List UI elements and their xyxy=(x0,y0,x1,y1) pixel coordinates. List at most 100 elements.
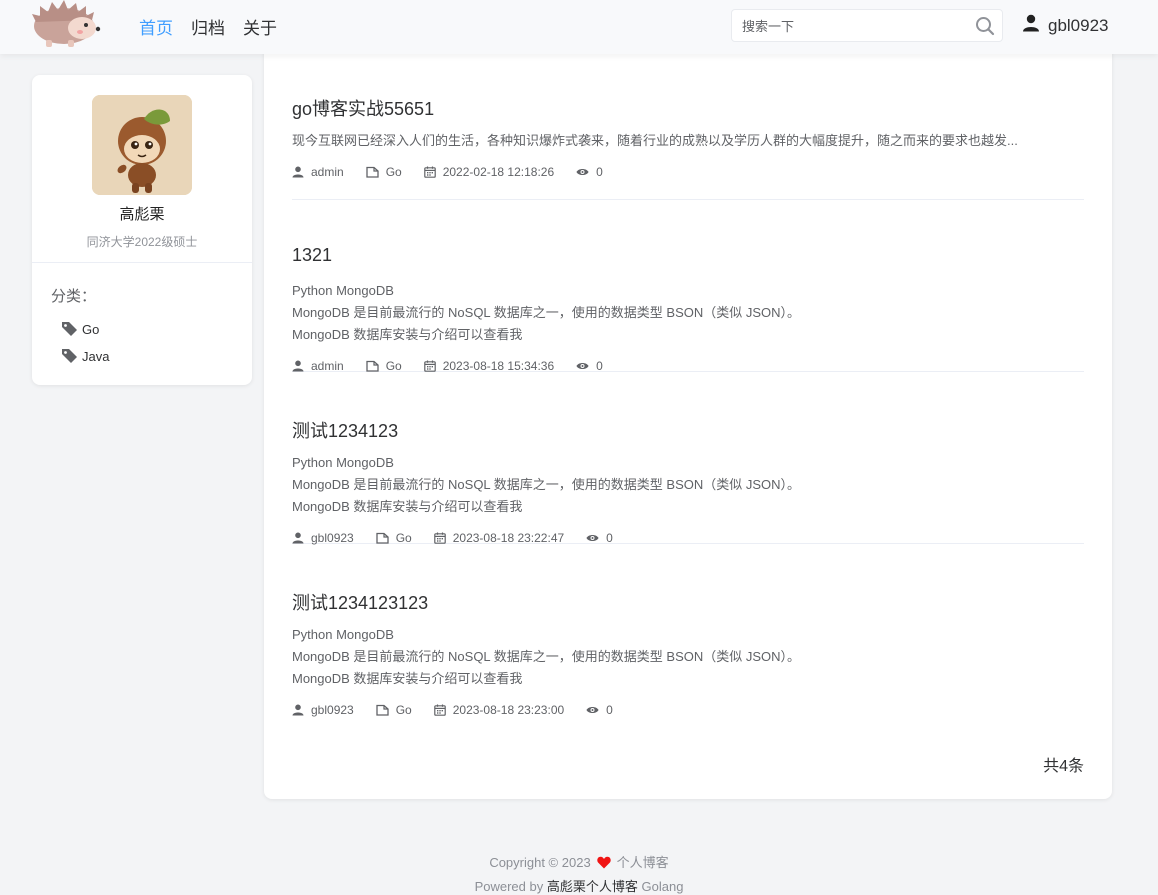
article-meta: admin Go 2023-08-18 15:34:36 0 xyxy=(292,359,625,373)
article-summary-line: MongoDB 数据库安装与介绍可以查看我 xyxy=(292,671,523,686)
article-views-group: 0 xyxy=(576,359,603,373)
article-author-group: admin xyxy=(292,359,344,373)
powered-prefix: Powered by xyxy=(474,879,544,894)
article-summary-line: Python MongoDB xyxy=(292,455,394,470)
article-date: 2023-08-18 23:23:00 xyxy=(452,703,565,717)
user-icon xyxy=(292,166,304,178)
article-list: go博客实战55651 现今互联网已经深入人们的生活，各种知识爆炸式袭来，随着行业… xyxy=(264,50,1112,799)
footer: Copyright © 2023 个人博客 Powered by 高彪栗个人博客 … xyxy=(0,852,1158,895)
tag-icon xyxy=(61,348,78,366)
user-icon xyxy=(292,704,304,716)
article-date-group: 2023-08-18 23:22:47 xyxy=(433,531,565,545)
article-category-group[interactable]: Go xyxy=(366,359,402,373)
article-summary-line: MongoDB 是目前最流行的 NoSQL 数据库之一，使用的数据类型 BSON… xyxy=(292,305,801,320)
article-category: Go xyxy=(385,359,402,373)
profile-description: 同济大学2022级硕士 xyxy=(86,235,198,249)
article-views-group: 0 xyxy=(586,531,613,545)
article-category: Go xyxy=(395,531,412,545)
article-summary-line: Python MongoDB xyxy=(292,283,394,298)
eye-icon xyxy=(576,167,589,177)
article-author: gbl0923 xyxy=(311,703,354,717)
nav-about[interactable]: 关于 xyxy=(243,14,277,39)
heart-icon xyxy=(596,854,611,876)
calendar-icon xyxy=(423,166,436,178)
nav-archive[interactable]: 归档 xyxy=(191,14,225,39)
top-header: 首页 归档 关于 gbl0923 xyxy=(0,0,1158,54)
calendar-icon xyxy=(423,360,436,372)
site-name: 个人博客 xyxy=(616,855,669,870)
search-icon[interactable] xyxy=(975,16,995,36)
article-date: 2023-08-18 15:34:36 xyxy=(442,359,555,373)
search-box xyxy=(731,9,1003,42)
category-list: Go Java xyxy=(61,316,109,370)
article-category: Go xyxy=(385,165,402,179)
category-go[interactable]: Go xyxy=(61,316,109,343)
article-date-group: 2023-08-18 23:23:00 xyxy=(433,703,565,717)
article-summary-line: MongoDB 是目前最流行的 NoSQL 数据库之一，使用的数据类型 BSON… xyxy=(292,649,801,664)
footer-powered-line: Powered by 高彪栗个人博客 Golang xyxy=(0,876,1158,895)
article-author: gbl0923 xyxy=(311,531,354,545)
article-title[interactable]: 1321 xyxy=(292,245,332,266)
folder-icon xyxy=(376,532,389,544)
article-views: 0 xyxy=(606,703,613,717)
eye-icon xyxy=(586,705,599,715)
powered-suffix: Golang xyxy=(641,879,684,894)
article-title[interactable]: 测试1234123 xyxy=(292,417,398,443)
profile-name: 高彪栗 xyxy=(119,206,165,223)
pagination-total: 共4条 xyxy=(1043,758,1084,775)
article-summary-line: MongoDB 是目前最流行的 NoSQL 数据库之一，使用的数据类型 BSON… xyxy=(292,477,801,492)
article-title[interactable]: 测试1234123123 xyxy=(292,589,428,615)
article-date: 2023-08-18 23:22:47 xyxy=(452,531,565,545)
user-icon xyxy=(292,360,304,372)
user-icon xyxy=(292,532,304,544)
user-menu[interactable]: gbl0923 xyxy=(1022,14,1109,37)
calendar-icon xyxy=(433,532,446,544)
article-author-group: gbl0923 xyxy=(292,531,354,545)
eye-icon xyxy=(586,533,599,543)
article-item: 测试1234123 Python MongoDB MongoDB 是目前最流行的 N… xyxy=(292,372,1084,545)
article-item: 1321 Python MongoDB MongoDB 是目前最流行的 NoSQL … xyxy=(292,200,1084,373)
article-views: 0 xyxy=(596,359,603,373)
article-meta: admin Go 2022-02-18 12:18:26 0 xyxy=(292,165,625,179)
nav-home[interactable]: 首页 xyxy=(139,14,173,39)
article-meta: gbl0923 Go 2023-08-18 23:23:00 0 xyxy=(292,703,635,717)
folder-icon xyxy=(376,704,389,716)
article-views-group: 0 xyxy=(576,165,603,179)
search-input[interactable] xyxy=(742,17,962,35)
folder-icon xyxy=(366,360,379,372)
article-views: 0 xyxy=(606,531,613,545)
article-category-group[interactable]: Go xyxy=(376,531,412,545)
hedgehog-logo[interactable] xyxy=(28,0,104,50)
footer-copyright-line: Copyright © 2023 个人博客 xyxy=(0,852,1158,876)
eye-icon xyxy=(576,361,589,371)
article-date-group: 2022-02-18 12:18:26 xyxy=(423,165,554,179)
article-views: 0 xyxy=(596,165,603,179)
article-author-group: admin xyxy=(292,165,344,179)
tag-icon xyxy=(61,321,78,339)
article-views-group: 0 xyxy=(586,703,613,717)
article-summary-line: MongoDB 数据库安装与介绍可以查看我 xyxy=(292,499,523,514)
article-summary-line: Python MongoDB xyxy=(292,627,394,642)
category-label: Go xyxy=(82,322,100,337)
article-author: admin xyxy=(311,359,344,373)
article-title[interactable]: go博客实战55651 xyxy=(292,95,434,121)
calendar-icon xyxy=(433,704,446,716)
article-category: Go xyxy=(395,703,412,717)
article-category-group[interactable]: Go xyxy=(376,703,412,717)
article-summary-line: 现今互联网已经深入人们的生活，各种知识爆炸式袭来，随着行业的成熟以及学历人群的大… xyxy=(292,133,1018,148)
user-icon xyxy=(1022,14,1040,37)
username: gbl0923 xyxy=(1048,15,1109,35)
article-item: go博客实战55651 现今互联网已经深入人们的生活，各种知识爆炸式袭来，随着行业… xyxy=(292,50,1084,200)
powered-blog-link[interactable]: 高彪栗个人博客 xyxy=(547,879,638,894)
article-category-group[interactable]: Go xyxy=(366,165,402,179)
avatar xyxy=(92,95,192,195)
profile-card: 高彪栗 同济大学2022级硕士 分类： Go Java xyxy=(32,75,252,385)
article-summary-line: MongoDB 数据库安装与介绍可以查看我 xyxy=(292,327,523,342)
category-label: Java xyxy=(82,349,110,364)
profile-divider xyxy=(32,262,252,263)
copyright-text: Copyright © 2023 xyxy=(489,855,591,870)
category-java[interactable]: Java xyxy=(61,343,109,370)
categories-title: 分类： xyxy=(51,288,97,305)
article-item: 测试1234123123 Python MongoDB MongoDB 是目前最流行… xyxy=(292,544,1084,717)
main-nav: 首页 归档 关于 xyxy=(139,14,277,39)
